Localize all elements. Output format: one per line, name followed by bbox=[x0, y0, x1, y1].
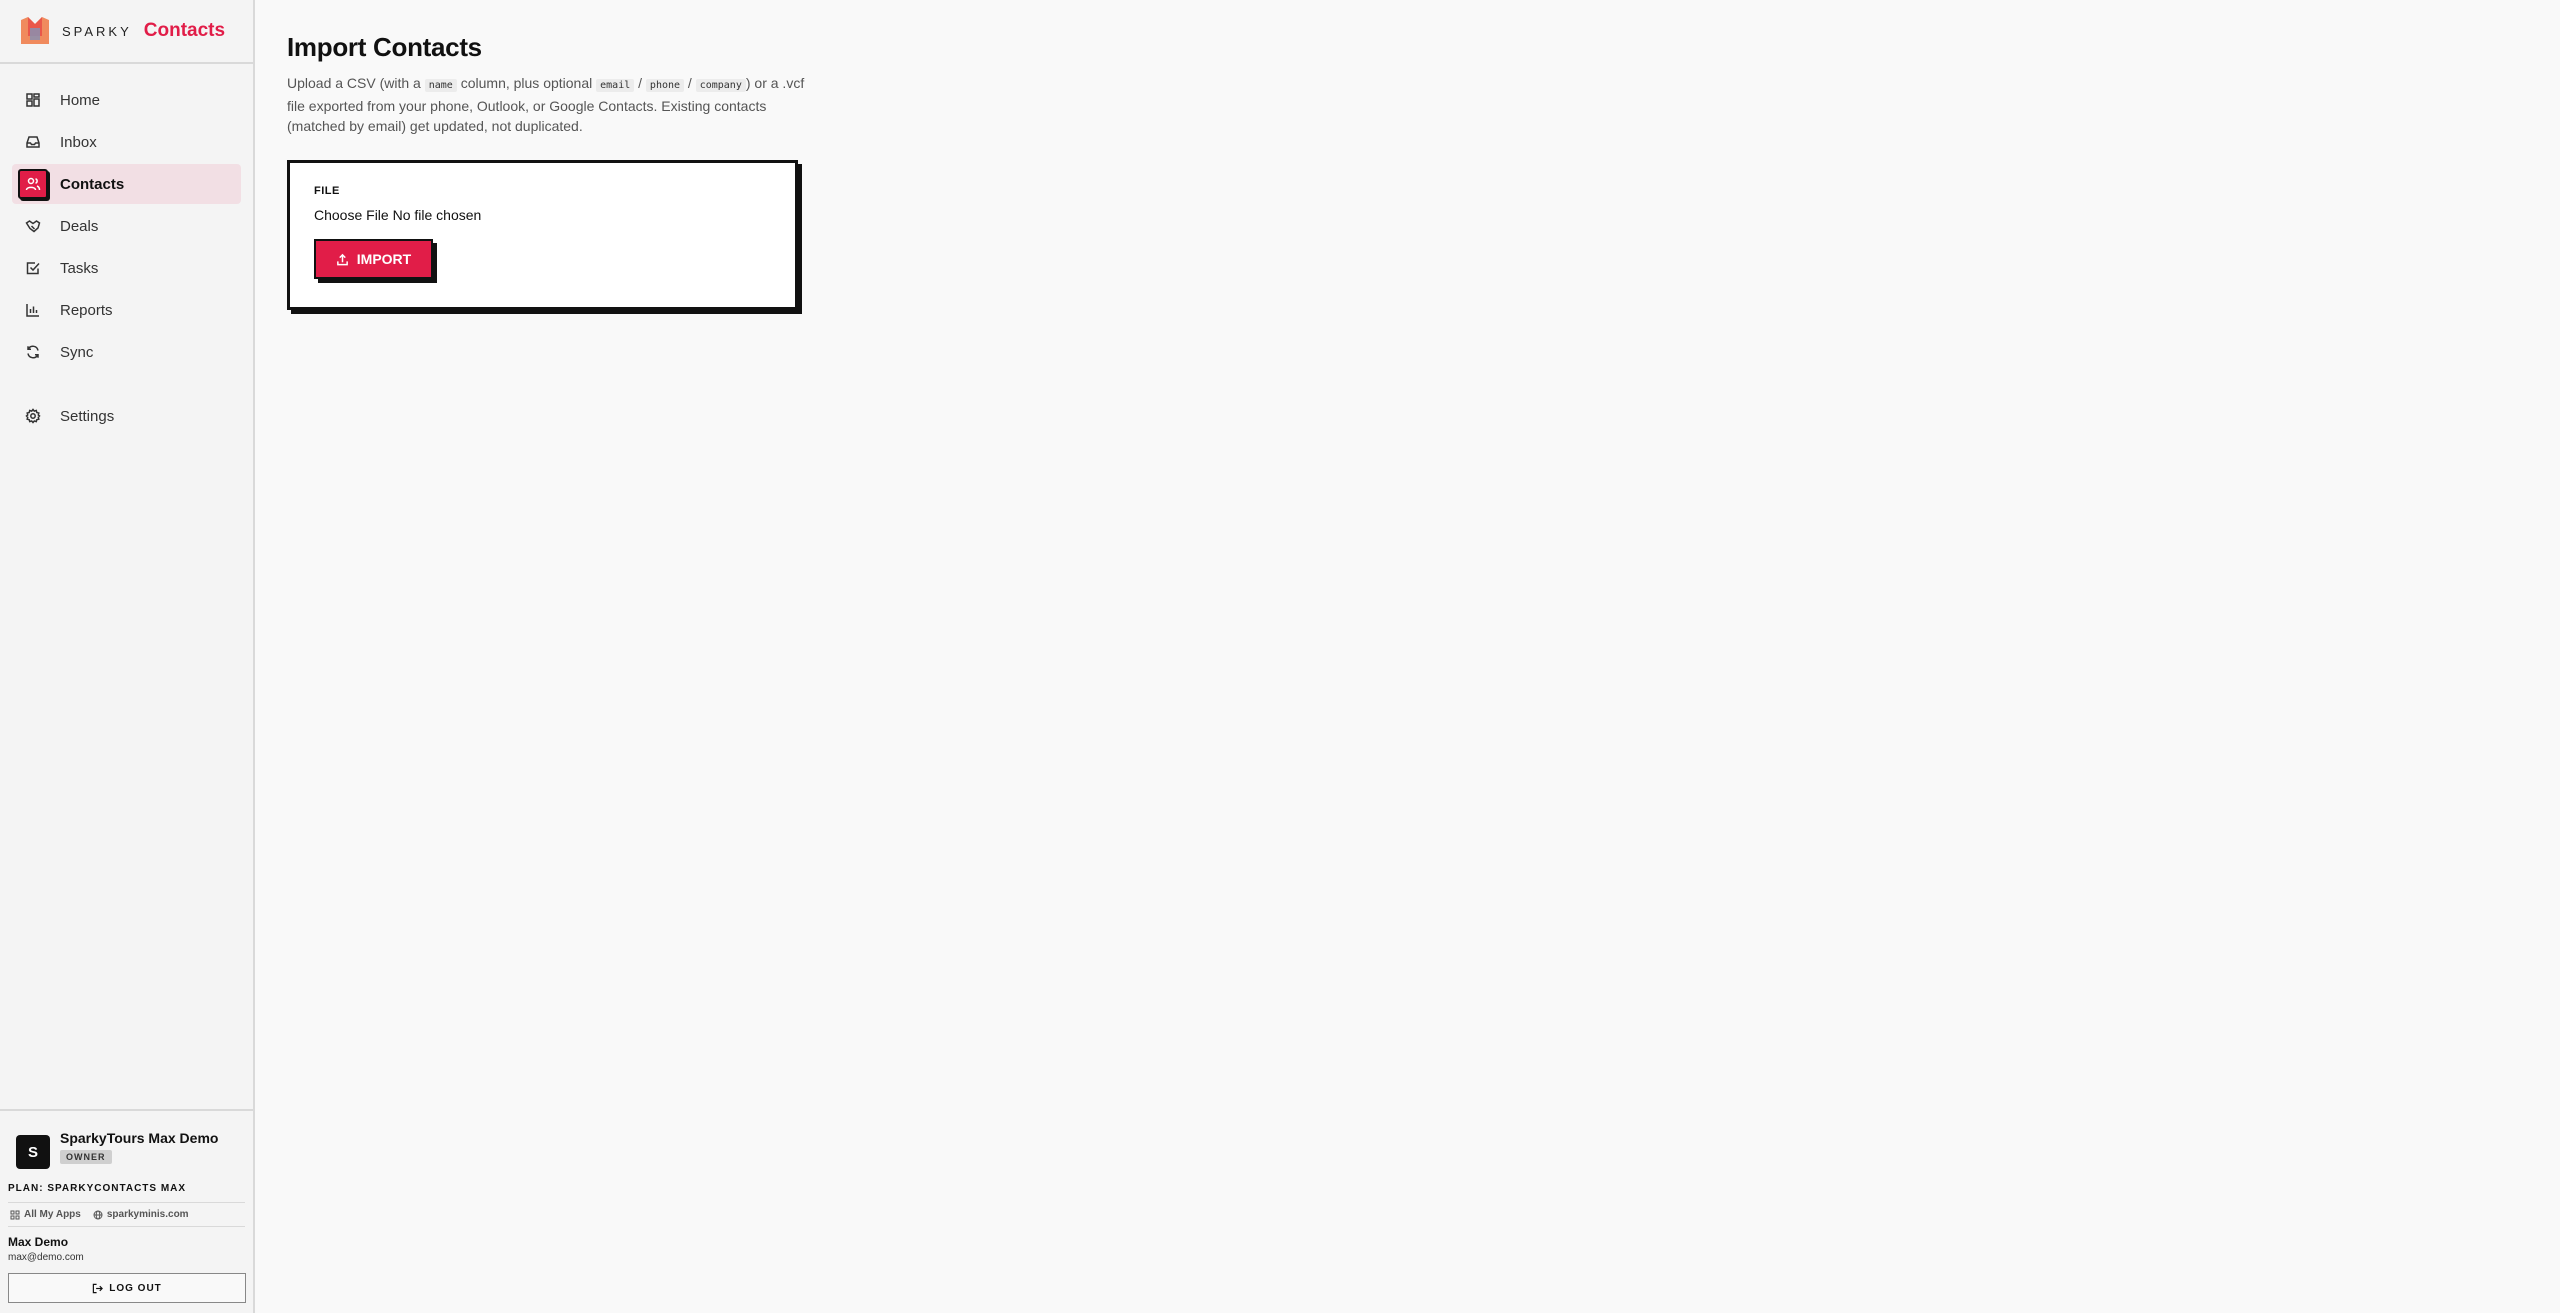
code-phone: phone bbox=[645, 79, 685, 92]
import-button[interactable]: IMPORT bbox=[314, 239, 433, 279]
plan-label: PLAN: SPARKYCONTACTS MAX bbox=[8, 1183, 245, 1203]
logout-icon bbox=[92, 1283, 104, 1293]
nav-item-deals[interactable]: Deals bbox=[12, 206, 241, 246]
page-title: Import Contacts bbox=[287, 32, 482, 62]
brand-prefix: SPARKY bbox=[62, 23, 132, 39]
choose-file-button[interactable]: Choose File bbox=[314, 207, 389, 223]
bar-chart-icon bbox=[22, 299, 44, 321]
nav-item-inbox[interactable]: Inbox bbox=[12, 122, 241, 162]
file-field-label: FILE bbox=[314, 185, 340, 197]
nav-item-settings[interactable]: Settings bbox=[12, 396, 241, 436]
account-panel: S SparkyTours Max Demo OWNER PLAN: SPARK… bbox=[0, 1109, 253, 1313]
role-badge: OWNER bbox=[60, 1150, 112, 1164]
nav-label: Contacts bbox=[60, 175, 125, 193]
grid-icon bbox=[10, 1210, 20, 1219]
org-avatar: S bbox=[16, 1135, 50, 1169]
code-name: name bbox=[424, 79, 457, 92]
main-content: Import Contacts Upload a CSV (with a nam… bbox=[255, 0, 2560, 1313]
all-apps-link[interactable]: All My Apps bbox=[10, 1209, 81, 1220]
org-switcher[interactable]: S SparkyTours Max Demo OWNER bbox=[8, 1129, 245, 1169]
page-description: Upload a CSV (with a name column, plus o… bbox=[287, 75, 805, 134]
nav-item-reports[interactable]: Reports bbox=[12, 290, 241, 330]
globe-icon bbox=[93, 1210, 103, 1219]
logout-button[interactable]: LOG OUT bbox=[8, 1273, 246, 1303]
footer-links: All My Apps sparkyminis.com bbox=[8, 1203, 245, 1227]
code-email: email bbox=[596, 79, 635, 92]
code-company: company bbox=[695, 79, 746, 92]
nav-item-sync[interactable]: Sync bbox=[12, 332, 241, 372]
nav-label: Tasks bbox=[60, 259, 99, 277]
main-nav: Home Inbox Contacts Deals Tasks Reports … bbox=[0, 64, 253, 438]
sidebar: SPARKY Contacts Home Inbox Contacts Deal… bbox=[0, 0, 255, 1313]
file-input[interactable]: Choose File No file chosen bbox=[314, 207, 771, 223]
user-email: max@demo.com bbox=[8, 1252, 84, 1263]
refresh-icon bbox=[22, 341, 44, 363]
site-link[interactable]: sparkyminis.com bbox=[93, 1209, 189, 1220]
inbox-icon bbox=[22, 131, 44, 153]
dashboard-icon bbox=[22, 89, 44, 111]
handshake-icon bbox=[22, 215, 44, 237]
nav-label: Reports bbox=[60, 301, 113, 319]
nav-item-contacts[interactable]: Contacts bbox=[12, 164, 241, 204]
import-form-card: FILE Choose File No file chosen IMPORT bbox=[287, 160, 798, 310]
org-name: SparkyTours Max Demo bbox=[60, 1130, 219, 1146]
users-icon bbox=[18, 169, 48, 199]
brand-name: Contacts bbox=[143, 20, 226, 41]
brand-header[interactable]: SPARKY Contacts bbox=[0, 0, 253, 64]
nav-item-tasks[interactable]: Tasks bbox=[12, 248, 241, 288]
no-file-text: No file chosen bbox=[392, 207, 482, 223]
sparky-logo-icon bbox=[21, 17, 49, 44]
nav-label: Inbox bbox=[60, 133, 97, 151]
gear-icon bbox=[22, 405, 44, 427]
nav-item-home[interactable]: Home bbox=[12, 80, 241, 120]
checkbox-icon bbox=[22, 257, 44, 279]
nav-label: Deals bbox=[60, 217, 99, 235]
nav-label: Sync bbox=[60, 343, 94, 361]
nav-label: Settings bbox=[60, 407, 115, 425]
nav-label: Home bbox=[60, 91, 101, 109]
upload-icon bbox=[336, 253, 348, 265]
user-name: Max Demo bbox=[8, 1235, 69, 1249]
